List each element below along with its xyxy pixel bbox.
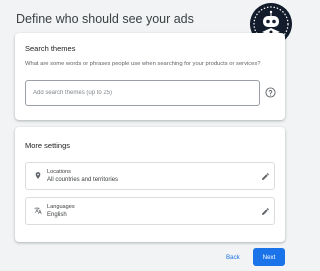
languages-setting-row[interactable]: Languages English: [25, 197, 275, 225]
languages-label: Languages: [47, 204, 75, 210]
page-title: Define who should see your ads: [16, 12, 194, 26]
locations-setting-row[interactable]: Locations All countries and territories: [25, 162, 275, 190]
edit-pencil-icon[interactable]: [261, 172, 270, 181]
back-button[interactable]: Back: [226, 251, 240, 263]
locations-value: All countries and territories: [47, 177, 119, 183]
edit-pencil-icon[interactable]: [261, 207, 270, 216]
search-themes-description: What are some words or phrases people us…: [25, 61, 261, 67]
help-circle-icon[interactable]: [265, 87, 276, 98]
more-settings-card: More settings Locations All countries an…: [15, 127, 285, 242]
next-button[interactable]: Next: [253, 248, 285, 266]
translate-icon: [34, 207, 42, 214]
search-themes-card: Search themes What are some words or phr…: [15, 33, 285, 120]
more-settings-heading: More settings: [25, 141, 71, 150]
search-themes-heading: Search themes: [25, 44, 76, 53]
locations-label: Locations: [47, 169, 71, 175]
languages-value: English: [47, 212, 67, 218]
search-themes-input[interactable]: [25, 80, 260, 106]
location-pin-icon: [35, 172, 41, 179]
